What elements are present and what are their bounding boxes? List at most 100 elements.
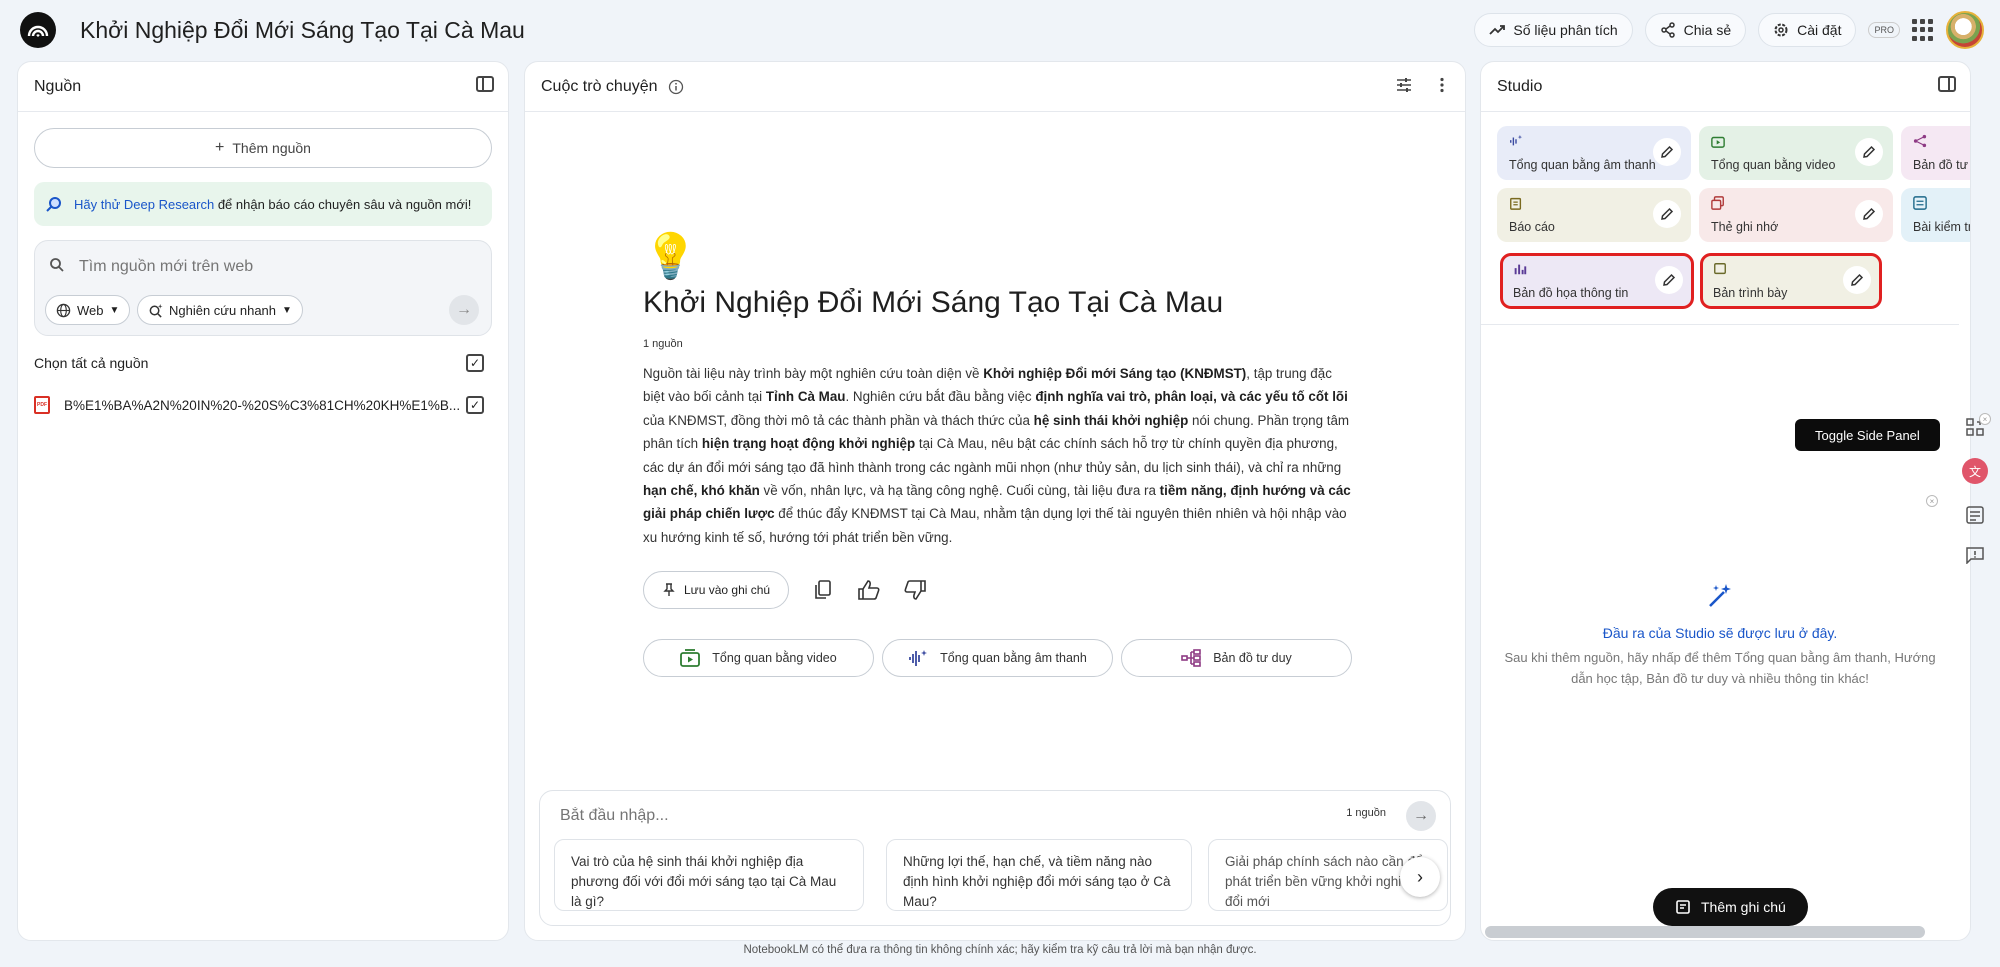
add-note-button[interactable]: Thêm ghi chú bbox=[1653, 888, 1808, 926]
studio-header: Studio bbox=[1481, 62, 1970, 112]
save-to-note-button[interactable]: Lưu vào ghi chú bbox=[643, 571, 790, 610]
studio-tile-quiz[interactable]: Bài kiểm tra bbox=[1901, 188, 1970, 242]
search-icon bbox=[50, 258, 64, 272]
video-overview-label: Tổng quan bằng video bbox=[712, 651, 837, 666]
arrow-right-icon: → bbox=[456, 301, 472, 318]
pencil-icon bbox=[1863, 207, 1876, 220]
chevron-right-icon: › bbox=[1417, 866, 1423, 887]
web-source-dropdown[interactable]: Web ▼ bbox=[45, 295, 131, 325]
chevron-down-icon: ▼ bbox=[282, 304, 292, 316]
copy-button[interactable] bbox=[811, 578, 835, 602]
magic-wand-icon bbox=[1709, 584, 1731, 607]
avatar[interactable] bbox=[1946, 11, 1984, 49]
share-button[interactable]: Chia sẻ bbox=[1644, 13, 1747, 47]
source-count: 1 nguồn bbox=[643, 338, 683, 350]
edit-pencil-button[interactable] bbox=[1653, 138, 1681, 166]
edit-pencil-button[interactable] bbox=[1653, 200, 1681, 228]
collapse-panel-icon[interactable] bbox=[1938, 76, 1956, 92]
tile-label: Báo cáo bbox=[1509, 220, 1555, 234]
pencil-icon bbox=[1663, 273, 1676, 286]
feedback-icon[interactable] bbox=[1966, 546, 1984, 564]
studio-tile-mindmap[interactable]: Bản đồ tư duy bbox=[1901, 126, 1970, 180]
notebooklm-logo-icon[interactable] bbox=[20, 12, 56, 48]
pencil-icon bbox=[1863, 145, 1876, 158]
studio-tile-flashcards[interactable]: Thẻ ghi nhớ bbox=[1699, 188, 1893, 242]
report-icon bbox=[1510, 197, 1522, 210]
disclaimer-footer: NotebookLM có thể đưa ra thông tin không… bbox=[743, 944, 1257, 956]
add-source-label: Thêm nguồn bbox=[232, 140, 311, 156]
search-submit-button[interactable]: → bbox=[449, 295, 479, 325]
apps-grid-icon[interactable] bbox=[1912, 19, 1934, 41]
studio-empty-text: Sau khi thêm nguồn, hãy nhấp để thêm Tổn… bbox=[1504, 650, 1936, 686]
notebook-title[interactable]: Khởi Nghiệp Đổi Mới Sáng Tạo Tại Cà Mau bbox=[80, 17, 525, 44]
chat-input[interactable] bbox=[560, 803, 1260, 829]
mindmap-button[interactable]: Bản đồ tư duy bbox=[1121, 639, 1352, 678]
sources-header: Nguồn bbox=[18, 62, 508, 112]
slides-icon bbox=[1714, 263, 1726, 275]
audio-overview-label: Tổng quan bằng âm thanh bbox=[940, 651, 1087, 666]
research-mode-dropdown[interactable]: Nghiên cứu nhanh ▼ bbox=[137, 295, 303, 325]
next-suggestions-button[interactable]: › bbox=[1400, 857, 1440, 897]
notebook-heading: Khởi Nghiệp Đổi Mới Sáng Tạo Tại Cà Mau bbox=[643, 286, 1224, 319]
tile-label: Tổng quan bằng video bbox=[1711, 158, 1836, 172]
summary-highlight: hệ sinh thái khởi nghiệp bbox=[1033, 412, 1189, 428]
flashcard-icon bbox=[1711, 196, 1724, 210]
web-search-card: Web ▼ Nghiên cứu nhanh ▼ → bbox=[34, 240, 492, 336]
note-add-icon bbox=[1676, 900, 1690, 914]
info-icon[interactable] bbox=[668, 79, 684, 95]
chat-title: Cuộc trò chuyện bbox=[541, 77, 658, 95]
studio-tile-infographic[interactable]: Bản đồ họa thông tin bbox=[1500, 253, 1694, 309]
pro-badge: PRO bbox=[1868, 22, 1900, 38]
close-icon[interactable]: × bbox=[1979, 413, 1991, 425]
edit-pencil-button[interactable] bbox=[1855, 138, 1883, 166]
summary-highlight: hiện trạng hoạt động khởi nghiệp bbox=[701, 436, 916, 452]
tile-label: Tổng quan bằng âm thanh bbox=[1509, 158, 1656, 172]
tile-label: Bản đồ tư duy bbox=[1913, 158, 1970, 172]
source-file-name: B%E1%BA%A2N%20IN%20-%20S%C3%81CH%20KH%E1… bbox=[64, 397, 461, 413]
more-vert-icon[interactable] bbox=[1433, 76, 1451, 94]
select-all-row[interactable]: Chọn tất cả nguồn ✓ bbox=[34, 342, 492, 384]
web-search-input[interactable] bbox=[79, 253, 459, 281]
share-icon bbox=[1660, 22, 1675, 38]
arrow-right-icon: → bbox=[1413, 807, 1429, 824]
audio-overview-button[interactable]: Tổng quan bằng âm thanh bbox=[882, 639, 1113, 678]
close-icon[interactable]: × bbox=[1926, 495, 1938, 507]
studio-tile-report[interactable]: Báo cáo bbox=[1497, 188, 1691, 242]
edit-pencil-button[interactable] bbox=[1855, 200, 1883, 228]
audio-sparkle-icon bbox=[1510, 134, 1523, 146]
thumbs-up-button[interactable] bbox=[857, 578, 881, 602]
top-bar: Khởi Nghiệp Đổi Mới Sáng Tạo Tại Cà Mau … bbox=[0, 0, 2000, 60]
summary-text: Nguồn tài liệu này trình bày một nghiên … bbox=[643, 366, 984, 381]
globe-icon bbox=[56, 303, 71, 317]
source-item[interactable]: PDF B%E1%BA%A2N%20IN%20-%20S%C3%81CH%20K… bbox=[34, 384, 492, 426]
chevron-down-icon: ▼ bbox=[109, 304, 120, 316]
video-icon bbox=[680, 649, 701, 668]
horizontal-scrollbar[interactable] bbox=[1485, 926, 1925, 938]
select-all-checkbox[interactable]: ✓ bbox=[466, 354, 484, 372]
deep-research-banner[interactable]: Hãy thử Deep Research để nhận báo cáo ch… bbox=[34, 182, 492, 226]
studio-tile-audio-overview[interactable]: Tổng quan bằng âm thanh bbox=[1497, 126, 1691, 180]
collapse-panel-icon[interactable] bbox=[476, 76, 494, 92]
checklist-icon[interactable] bbox=[1966, 506, 1984, 524]
add-source-button[interactable]: + Thêm nguồn bbox=[34, 128, 492, 168]
deep-research-link[interactable]: Hãy thử Deep Research bbox=[74, 197, 214, 212]
tune-icon[interactable] bbox=[1395, 76, 1413, 94]
studio-tile-video-overview[interactable]: Tổng quan bằng video bbox=[1699, 126, 1893, 180]
analytics-button[interactable]: Số liệu phân tích bbox=[1474, 13, 1633, 47]
translate-icon[interactable]: 文 bbox=[1962, 458, 1988, 484]
thumbs-down-button[interactable] bbox=[903, 578, 927, 602]
send-button[interactable]: → bbox=[1406, 801, 1436, 831]
suggestion-chip[interactable]: Vai trò của hệ sinh thái khởi nghiệp địa… bbox=[554, 839, 864, 911]
edit-pencil-button[interactable] bbox=[1843, 266, 1871, 294]
source-checkbox[interactable]: ✓ bbox=[466, 396, 484, 414]
video-overview-button[interactable]: Tổng quan bằng video bbox=[643, 639, 874, 678]
settings-button[interactable]: Cài đặt bbox=[1758, 13, 1857, 47]
sources-title: Nguồn bbox=[34, 77, 82, 95]
suggestion-chip[interactable]: Những lợi thế, hạn chế, và tiềm năng nào… bbox=[886, 839, 1192, 911]
studio-tile-slides[interactable]: Bản trình bày bbox=[1700, 253, 1882, 309]
thumbs-down-icon bbox=[904, 580, 926, 601]
plus-icon: + bbox=[215, 139, 225, 156]
composer-source-count: 1 nguồn bbox=[1346, 807, 1386, 819]
edit-pencil-button[interactable] bbox=[1655, 266, 1683, 294]
deep-research-text: để nhận báo cáo chuyên sâu và nguồn mới! bbox=[214, 196, 472, 212]
